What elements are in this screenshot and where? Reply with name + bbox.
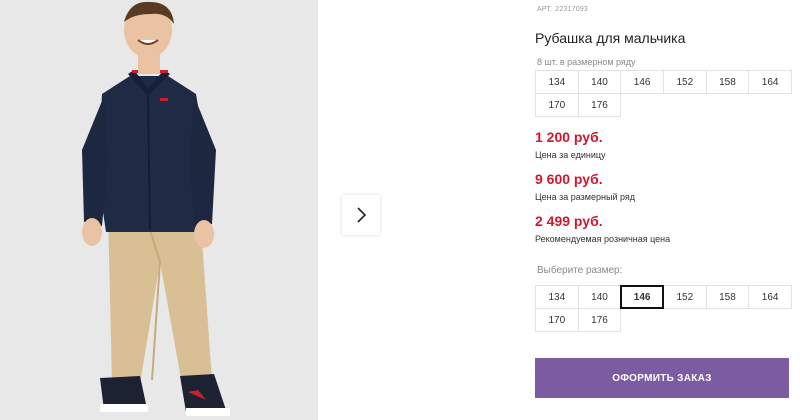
unit-price: 1 200 руб.: [535, 129, 603, 145]
boy-model-illustration: [0, 0, 318, 420]
gallery-next-button[interactable]: [342, 195, 380, 235]
pack-price: 9 600 руб.: [535, 171, 603, 187]
size-option[interactable]: 176: [577, 308, 622, 332]
pack-size-cell: 158: [705, 70, 750, 94]
size-option[interactable]: 170: [535, 308, 579, 332]
size-picker-label: Выберите размер:: [537, 265, 623, 276]
order-button[interactable]: ОФОРМИТЬ ЗАКАЗ: [535, 358, 789, 398]
sku: АРТ. 22317093: [537, 6, 588, 13]
retail-price: 2 499 руб.: [535, 213, 603, 229]
chevron-right-icon: [357, 207, 367, 223]
size-option[interactable]: 140: [577, 285, 622, 309]
pack-sizes-grid: 134 140 146 152 158 164 170 176: [535, 70, 792, 117]
pack-size-cell: 146: [620, 70, 664, 94]
size-option[interactable]: 164: [748, 285, 792, 309]
pack-size-cell: 140: [577, 70, 622, 94]
sku-label: АРТ.: [537, 6, 553, 13]
product-gallery: [0, 0, 508, 420]
pack-note: 8 шт. в размерном ряду: [537, 57, 636, 67]
product-title: Рубашка для мальчика: [535, 30, 686, 46]
sku-value: 22317093: [555, 6, 589, 13]
pack-size-cell: 164: [748, 70, 792, 94]
size-option-selected[interactable]: 146: [620, 285, 664, 309]
pack-price-caption: Цена за размерный ряд: [535, 192, 636, 202]
unit-price-caption: Цена за единицу: [535, 150, 606, 160]
size-option[interactable]: 134: [535, 285, 579, 309]
size-option[interactable]: 152: [662, 285, 707, 309]
size-picker: 134 140 146 152 158 164 170 176: [535, 285, 792, 332]
product-photo[interactable]: [0, 0, 318, 420]
pack-size-cell: 176: [577, 93, 622, 117]
size-option[interactable]: 158: [705, 285, 750, 309]
pack-size-cell: 170: [535, 93, 579, 117]
retail-price-caption: Рекомендуемая розничная цена: [535, 234, 671, 244]
pack-size-cell: 152: [662, 70, 707, 94]
pack-size-cell: 134: [535, 70, 579, 94]
